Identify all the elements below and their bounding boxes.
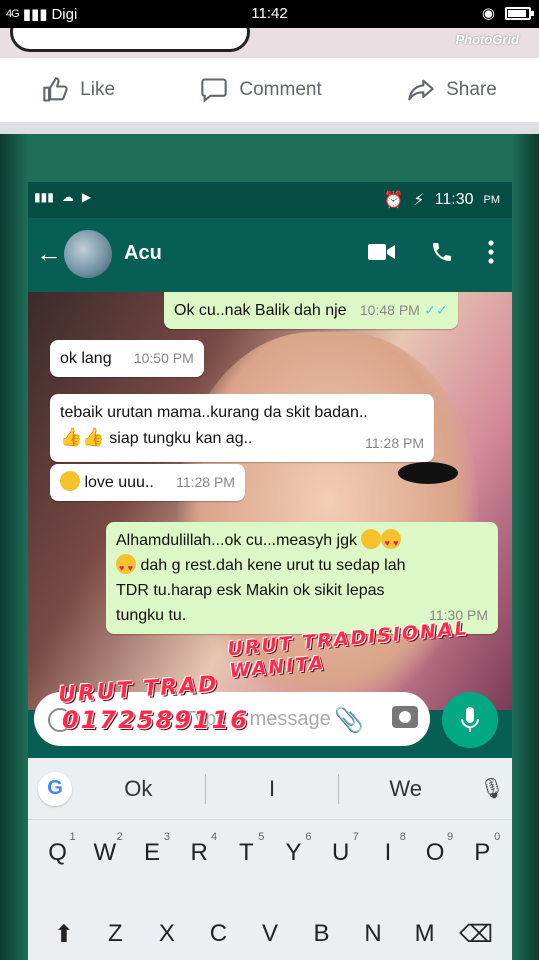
key[interactable]: 1Q — [38, 831, 78, 867]
key[interactable]: B — [302, 920, 342, 948]
thumbs-up-emoji-icon: 👍👍 — [60, 427, 105, 447]
whatsapp-screenshot: ▮▮▮ ☁ ▶ ⏰ ⚡ 11:30 PM ← Acu Ok cu..nak Bali… — [28, 182, 512, 960]
comment-icon — [201, 78, 228, 103]
kiss-emoji-icon — [60, 471, 80, 491]
contact-name[interactable]: Acu — [124, 242, 162, 265]
voice-record-button[interactable] — [442, 692, 498, 748]
post-action-bar: Like Comment Share — [0, 58, 539, 122]
share-button[interactable]: Share — [406, 76, 497, 104]
feed-divider — [0, 122, 539, 134]
like-button[interactable]: Like — [42, 76, 115, 104]
image-blur-left — [0, 134, 28, 960]
key[interactable]: 4R — [179, 831, 219, 867]
share-icon — [408, 79, 434, 101]
data-saver-icon: ◉ — [481, 5, 495, 22]
key-row-3: ⬆ Z X C V B N M ⌫ — [28, 908, 512, 960]
key[interactable]: M — [405, 920, 445, 948]
key[interactable]: 6Y — [274, 831, 314, 867]
outer-status-bar: 4G ▮▮▮ Digi 11:42 ◉ — [0, 0, 539, 28]
message-time: 11:28 PM — [176, 474, 235, 490]
message-bubble-in[interactable]: tebaik urutan mama..kurang da skit badan… — [50, 394, 434, 462]
inner-clock: 11:30 — [434, 191, 474, 208]
inner-signal-icons: ▮▮▮ ☁ ▶ — [34, 190, 91, 204]
key[interactable]: N — [353, 920, 393, 948]
kiss-emoji-icon — [361, 529, 382, 549]
heart-eyes-emoji-icon — [381, 529, 402, 556]
chat-header: ← Acu — [28, 218, 512, 292]
play-icon: ▶ — [81, 190, 92, 204]
alarm-icon: ⏰ — [383, 192, 404, 209]
comment-button[interactable]: Comment — [199, 76, 322, 104]
chat-area[interactable]: Ok cu..nak Balik dah nje 10:48 PM ✓✓ ok … — [28, 292, 512, 710]
attach-icon[interactable]: 📎 — [334, 706, 364, 735]
key[interactable]: 3E — [132, 831, 172, 867]
outer-clock: 11:42 — [251, 5, 288, 22]
cloud-icon: ☁ — [61, 190, 74, 204]
status-icons: ◉ — [481, 4, 534, 22]
key[interactable]: 0P — [462, 831, 502, 867]
camera-icon[interactable] — [392, 706, 418, 728]
message-text-line: siap tungku kan ag.. — [109, 430, 253, 447]
share-label: Share — [446, 79, 497, 100]
message-bubble-in[interactable]: love uuu.. 11:28 PM — [50, 464, 245, 501]
google-icon[interactable]: G — [38, 771, 72, 806]
message-text-line: TDR tu.harap esk Makin ok sikit lepas — [116, 582, 385, 599]
message-time: 10:48 PM — [359, 302, 420, 318]
key[interactable]: 9O — [415, 831, 455, 867]
overlay-phone-number: 0172589116 — [62, 706, 249, 734]
like-label: Like — [80, 79, 116, 100]
inner-status-right: ⏰ ⚡ 11:30 PM — [383, 190, 500, 210]
photogrid-watermark: PhotoGrid — [455, 32, 519, 47]
previous-post-shape — [10, 28, 250, 52]
suggestion-strip: G Ok I We 🎙 — [28, 758, 512, 820]
battery-charging-icon: ⚡ — [413, 192, 425, 209]
message-bubble-in[interactable]: ok lang 10:50 PM — [50, 340, 204, 377]
contact-avatar[interactable] — [64, 230, 112, 278]
key[interactable]: Z — [95, 920, 135, 948]
suggestion[interactable]: I — [206, 776, 339, 802]
more-options-icon[interactable] — [488, 240, 494, 264]
phone-call-icon[interactable] — [430, 240, 454, 264]
wallpaper-eye — [398, 462, 458, 484]
message-time: 10:50 PM — [133, 350, 194, 366]
inner-clock-ampm: PM — [483, 194, 501, 206]
back-arrow-icon[interactable]: ← — [36, 238, 62, 269]
message-time: 11:28 PM — [365, 435, 424, 451]
comment-label: Comment — [239, 79, 322, 100]
key[interactable]: 8I — [368, 831, 408, 867]
suggestion[interactable]: Ok — [72, 776, 205, 802]
image-blur-right — [511, 134, 539, 960]
key[interactable]: 2W — [85, 831, 125, 867]
keyboard-mic-icon[interactable]: 🎙 — [472, 776, 512, 801]
message-text: love uuu.. — [84, 474, 154, 491]
signal-icon: ▮▮▮ — [34, 190, 54, 204]
backspace-key-icon[interactable]: ⌫ — [456, 920, 496, 949]
post-image[interactable]: ▮▮▮ ☁ ▶ ⏰ ⚡ 11:30 PM ← Acu Ok cu..nak Bali… — [0, 134, 539, 960]
message-text: Ok cu..nak Balik dah nje — [174, 302, 347, 319]
message-text-line: tungku tu. — [116, 607, 187, 624]
previous-post-image: PhotoGrid — [0, 28, 539, 58]
key[interactable]: X — [147, 920, 187, 948]
message-text-line: Alhamdulillah...ok cu...measyh jgk — [116, 532, 357, 549]
message-text-line: tebaik urutan mama..kurang da skit badan… — [60, 404, 368, 421]
header-actions — [368, 240, 494, 264]
thumbs-up-icon — [43, 77, 68, 102]
key-row-1: 1Q 2W 3E 4R 5T 6Y 7U 8I 9O 0P — [28, 820, 512, 886]
video-call-icon[interactable] — [368, 242, 396, 262]
shift-key-icon[interactable]: ⬆ — [44, 920, 84, 949]
inner-status-bar: ▮▮▮ ☁ ▶ ⏰ ⚡ 11:30 PM — [28, 182, 512, 218]
key[interactable]: 7U — [321, 831, 361, 867]
read-receipt-icon: ✓✓ — [424, 302, 448, 318]
message-text-line: dah g rest.dah kene urut tu sedap lah — [140, 557, 406, 574]
message-bubble-out[interactable]: Ok cu..nak Balik dah nje 10:48 PM ✓✓ — [164, 292, 458, 329]
key[interactable]: C — [198, 920, 238, 948]
key[interactable]: V — [250, 920, 290, 948]
suggestion[interactable]: We — [339, 776, 472, 802]
key[interactable]: 5T — [226, 831, 266, 867]
battery-icon — [505, 6, 534, 20]
message-bubble-out[interactable]: Alhamdulillah...ok cu...measyh jgk dah g… — [106, 522, 498, 634]
message-text: ok lang — [60, 350, 112, 367]
microphone-icon — [461, 707, 479, 732]
heart-eyes-emoji-icon — [116, 554, 136, 581]
